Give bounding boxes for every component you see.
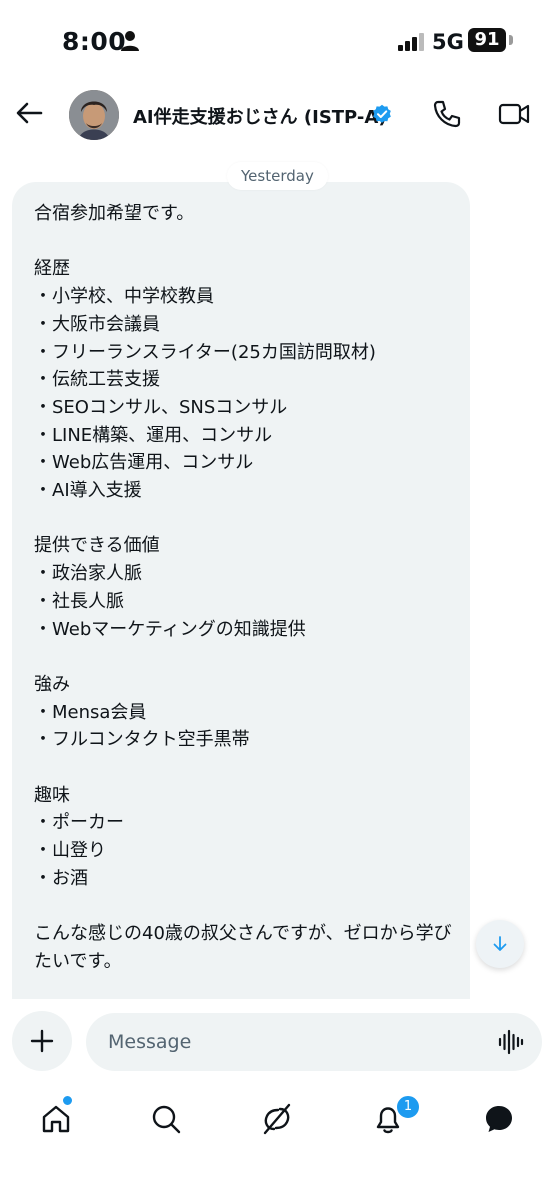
voice-message-icon[interactable] xyxy=(498,1029,524,1055)
person-icon xyxy=(121,31,139,51)
message-text: 合宿参加希望です。 経歴 ・小学校、中学校教員 ・大阪市会議員 ・フリーランスラ… xyxy=(34,203,452,972)
tab-grok[interactable] xyxy=(257,1099,297,1139)
avatar-illustration-icon xyxy=(69,90,119,140)
back-arrow-icon[interactable] xyxy=(14,98,44,128)
message-list[interactable]: 合宿参加希望です。 経歴 ・小学校、中学校教員 ・大阪市会議員 ・フリーランスラ… xyxy=(0,146,554,999)
phone-call-icon[interactable] xyxy=(432,99,462,129)
grok-icon xyxy=(263,1103,291,1135)
tab-search[interactable] xyxy=(146,1099,186,1139)
message-bubble[interactable]: 合宿参加希望です。 経歴 ・小学校、中学校教員 ・大阪市会議員 ・フリーランスラ… xyxy=(12,182,470,999)
chat-title[interactable]: AI伴走支援おじさん (ISTP-A) xyxy=(133,103,387,129)
message-composer xyxy=(0,999,554,1081)
bottom-tab-bar: 1 xyxy=(0,1081,554,1200)
battery-indicator: 91 xyxy=(468,28,506,52)
status-bar: 8:00 5G 91 xyxy=(0,0,554,84)
battery-tip xyxy=(509,35,513,45)
verified-badge-icon xyxy=(373,104,391,123)
status-time: 8:00 xyxy=(62,27,127,56)
date-separator: Yesterday xyxy=(227,162,328,190)
home-unread-dot xyxy=(62,1095,73,1106)
message-input[interactable] xyxy=(86,1013,542,1071)
scroll-to-bottom-button[interactable] xyxy=(476,920,524,968)
signal-icon xyxy=(398,33,424,51)
add-attachment-button[interactable] xyxy=(12,1011,72,1071)
plus-icon xyxy=(30,1029,54,1053)
avatar[interactable] xyxy=(69,90,119,140)
chat-header: AI伴走支援おじさん (ISTP-A) xyxy=(0,84,554,146)
arrow-down-icon xyxy=(493,936,507,951)
chat-bubble-icon xyxy=(486,1106,512,1132)
notification-count-badge: 1 xyxy=(396,1095,420,1119)
video-call-icon[interactable] xyxy=(498,99,530,129)
search-icon xyxy=(152,1105,181,1134)
tab-messages[interactable] xyxy=(479,1099,519,1139)
home-icon xyxy=(42,1105,70,1133)
network-label: 5G xyxy=(432,30,464,54)
